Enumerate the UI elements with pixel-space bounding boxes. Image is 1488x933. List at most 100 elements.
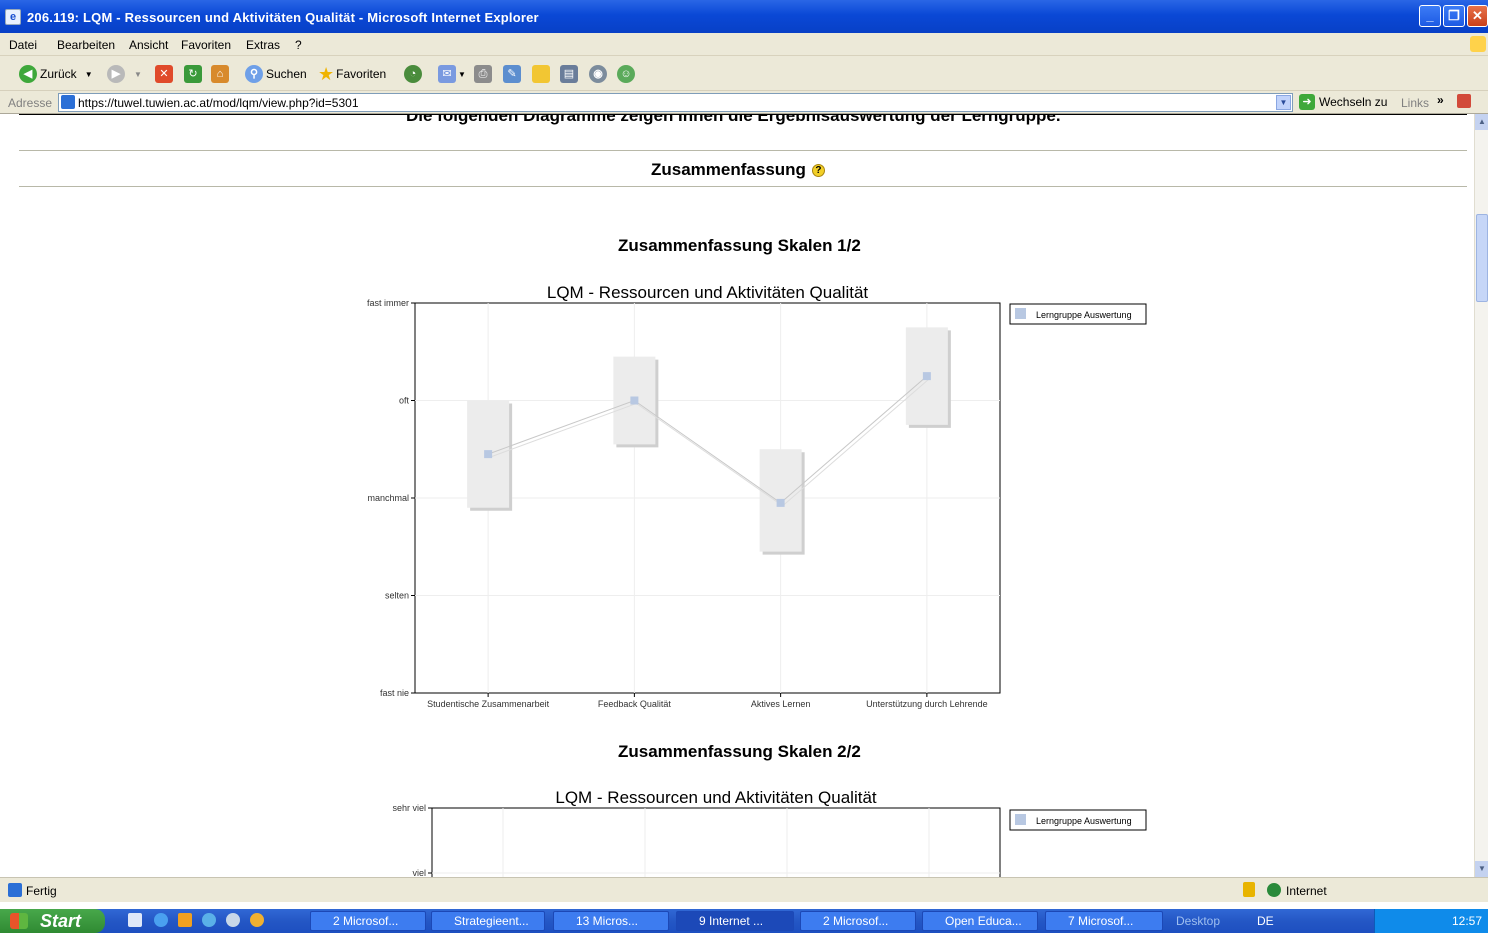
ie-quicklaunch-icon[interactable] (154, 913, 168, 927)
edit-button[interactable]: ✎ (503, 62, 521, 86)
scroll-down-icon[interactable]: ▼ (1475, 861, 1488, 877)
home-button[interactable]: ⌂ (211, 62, 229, 86)
y-tick-label: viel (412, 868, 426, 877)
lock-icon (1243, 882, 1255, 897)
chart2-heading: Zusammenfassung Skalen 2/2 (618, 742, 861, 761)
question-circle-icon[interactable]: ? (811, 164, 825, 178)
chevron-down-icon[interactable]: ▼ (458, 70, 466, 79)
mail-button[interactable]: ✉ ▼ (438, 62, 466, 86)
stop-button[interactable]: ✕ (155, 62, 173, 86)
plot-area (431, 807, 1001, 877)
scroll-thumb[interactable] (1476, 214, 1488, 302)
refresh-button[interactable]: ↻ (184, 62, 202, 86)
data-point (484, 450, 493, 459)
language-indicator[interactable]: DE (1257, 914, 1274, 928)
stop-icon: ✕ (155, 65, 173, 83)
back-label: Zurück (40, 67, 77, 81)
search-button[interactable]: ⚲ Suchen (245, 62, 307, 86)
research-icon: ▤ (560, 65, 578, 83)
y-tick-label: manchmal (367, 493, 409, 503)
intro-text: Die folgenden Diagramme zeigen Ihnen die… (406, 114, 1061, 125)
chat-icon: ◉ (589, 65, 607, 83)
data-point (630, 396, 639, 405)
task-word[interactable]: 2 Microsof... (800, 911, 916, 931)
home-icon: ⌂ (211, 65, 229, 83)
research-button[interactable]: ▤ (560, 62, 578, 86)
discuss-button[interactable] (532, 62, 550, 86)
task-firefox[interactable]: Open Educa... (922, 911, 1038, 931)
task-powerpoint[interactable]: 13 Micros... (553, 911, 669, 931)
globe-icon (1267, 883, 1281, 897)
back-button[interactable]: ◀ Zurück ▼ (19, 62, 93, 86)
close-button[interactable]: ✕ (1467, 5, 1488, 27)
printer-icon: ⎙ (474, 65, 492, 83)
quicklaunch-icon[interactable] (202, 913, 216, 927)
task-internet-explorer[interactable]: 9 Internet ... (676, 911, 794, 931)
quicklaunch-icon[interactable] (178, 913, 192, 927)
chevron-down-icon[interactable]: ▼ (85, 70, 93, 79)
window-titlebar[interactable]: e 206.119: LQM - Ressourcen und Aktivitä… (0, 0, 1488, 33)
scroll-up-icon[interactable]: ▲ (1475, 114, 1488, 130)
start-button[interactable]: Start (0, 909, 105, 933)
task-folder[interactable]: Strategieent... (431, 911, 545, 931)
window-title: 206.119: LQM - Ressourcen und Aktivitäte… (27, 10, 539, 25)
legend-label: Lerngruppe Auswertung (1036, 816, 1132, 826)
task-label: 9 Internet ... (699, 914, 764, 928)
y-tick-label: fast nie (380, 688, 409, 698)
address-input[interactable]: https://tuwel.tuwien.ac.at/mod/lqm/view.… (58, 93, 1293, 112)
favorites-button[interactable]: ★ Favoriten (318, 62, 386, 86)
menu-favoriten[interactable]: Favoriten (181, 38, 231, 52)
menu-extras[interactable]: Extras (246, 38, 280, 52)
chart-title: LQM - Ressourcen und Aktivitäten Qualitä… (547, 283, 869, 302)
back-arrow-icon: ◀ (19, 65, 37, 83)
chevron-down-icon[interactable]: ▼ (134, 70, 142, 79)
page-status-icon (8, 883, 22, 897)
task-outlook[interactable]: 7 Microsof... (1045, 911, 1163, 931)
print-button[interactable]: ⎙ (474, 62, 492, 86)
show-desktop-icon[interactable] (128, 913, 142, 927)
quicklaunch-icon[interactable] (226, 913, 240, 927)
clock: 12:57 (1451, 914, 1482, 928)
chevron-down-icon[interactable]: ▼ (1276, 95, 1291, 110)
chart-title: LQM - Ressourcen und Aktivitäten Qualitä… (555, 788, 877, 807)
menu-datei[interactable]: Datei (9, 38, 37, 52)
forward-button[interactable]: ▶ ▼ (107, 62, 142, 86)
go-label: Wechseln zu (1319, 95, 1388, 109)
contacts-button[interactable]: ☺ (617, 62, 638, 86)
messenger-button[interactable]: ◉ (589, 62, 610, 86)
forward-arrow-icon: ▶ (107, 65, 125, 83)
status-bar: Fertig Internet (0, 877, 1488, 902)
desktop-toolbar[interactable]: Desktop (1176, 914, 1220, 928)
menu-ansicht[interactable]: Ansicht (129, 38, 168, 52)
chevron-more-icon[interactable]: » (1437, 93, 1444, 107)
history-button[interactable]: ◔ (404, 62, 425, 86)
vertical-scrollbar[interactable]: ▲ ▼ (1474, 114, 1488, 877)
chart1-heading: Zusammenfassung Skalen 1/2 (618, 236, 861, 255)
go-arrow-icon: ➜ (1299, 94, 1315, 110)
history-icon: ◔ (404, 65, 422, 83)
links-label[interactable]: Links (1401, 96, 1429, 110)
people-icon: ☺ (617, 65, 635, 83)
ie-app-icon: e (5, 9, 21, 25)
menu-help[interactable]: ? (295, 38, 302, 52)
task-excel[interactable]: 2 Microsof... (310, 911, 426, 931)
x-tick-label: Feedback Qualität (598, 699, 672, 709)
task-label: 7 Microsof... (1068, 914, 1134, 928)
x-tick-label: Aktives Lernen (751, 699, 811, 709)
page-icon (61, 95, 75, 109)
menu-bearbeiten[interactable]: Bearbeiten (57, 38, 115, 52)
minimize-button[interactable]: _ (1419, 5, 1441, 27)
divider (19, 150, 1467, 151)
security-zone: Internet (1286, 884, 1327, 898)
translate-icon[interactable] (1457, 94, 1471, 108)
taskbar: Start 2 Microsof... Strategieent... 13 M… (0, 909, 1488, 933)
task-label: Open Educa... (945, 914, 1022, 928)
y-tick-label: fast immer (367, 298, 409, 308)
section-title-text: Zusammenfassung (651, 160, 806, 179)
maximize-button[interactable]: ❐ (1443, 5, 1465, 27)
star-icon: ★ (318, 63, 335, 84)
go-button[interactable]: ➜ Wechseln zu (1299, 94, 1387, 110)
x-tick-label: Unterstützung durch Lehrende (866, 699, 988, 709)
quicklaunch-icon[interactable] (250, 913, 264, 927)
task-label: 2 Microsof... (823, 914, 889, 928)
